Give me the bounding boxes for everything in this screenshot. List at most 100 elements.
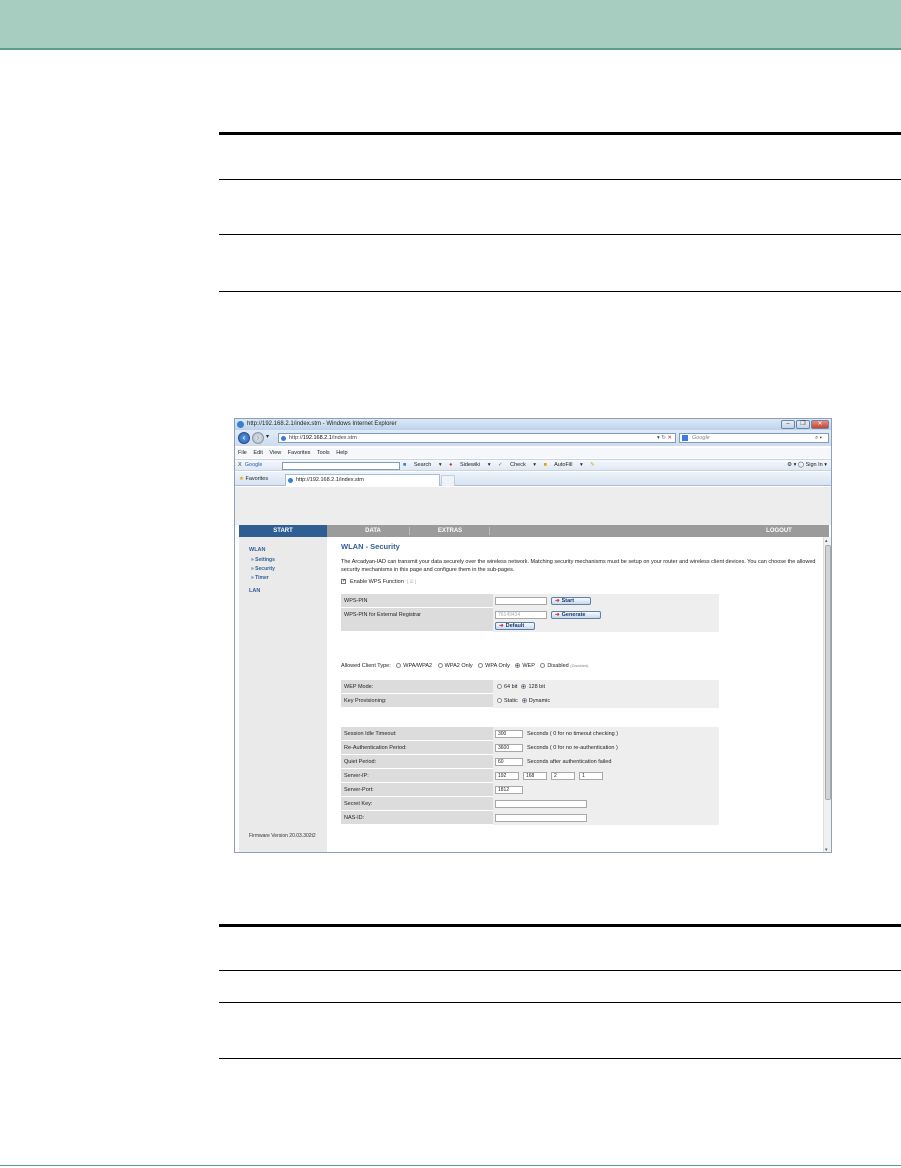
new-tab-button[interactable] [441,475,455,486]
nas-id-input[interactable] [495,814,587,822]
radio-128bit-label: 128 bit [528,684,545,690]
radio-label: Disabled [547,663,569,669]
server-ip-octet-1[interactable]: 192 [495,772,519,780]
toolbar-autofill[interactable]: ■ AutoFill ▾ [544,462,583,468]
radio-dynamic[interactable] [521,698,527,704]
menu-file[interactable]: File [238,450,247,456]
radio-wpa2-only[interactable] [437,663,443,669]
quiet-period-row: Quiet Period: 60 Seconds after authentic… [341,755,719,769]
document-page: http://192.168.2.1/index.stm - Windows I… [0,0,901,1168]
wps-function-row: ✓ Enable WPS Function( ☑ ) [341,579,416,585]
star-icon: ★ [239,476,244,482]
session-timeout-row: Session Idle Timeout: 300 Seconds ( 0 fo… [341,727,719,741]
quiet-period-unit: Seconds after authentication failed [527,759,612,765]
start-button-label: Start [561,598,575,604]
google-toolbar-logo: X Google [238,460,262,471]
restore-button[interactable]: ❐ [796,420,810,429]
table-row-rule [219,970,901,971]
chevron-down-icon[interactable]: ▾ [266,433,269,440]
quiet-period-input[interactable]: 60 [495,758,523,766]
scrollbar-thumb[interactable] [825,545,831,800]
search-icon[interactable]: ⌕ ▾ [815,434,822,442]
toolbar-sign-in[interactable]: ⚙ ▾ ◯ Sign In ▾ [787,460,827,471]
menu-favorites[interactable]: Favorites [288,450,311,456]
search-input[interactable]: Google ⌕ ▾ [679,433,829,443]
favorites-button[interactable]: ★ Favorites [239,472,268,486]
menu-edit[interactable]: Edit [253,450,262,456]
close-button[interactable]: ✕ [811,420,829,429]
menu-tools[interactable]: Tools [317,450,330,456]
default-button[interactable]: ➔ Default [495,622,535,630]
scroll-up-icon[interactable]: ▴ [825,538,828,544]
radio-label: WPA/WPA2 [403,663,433,669]
radio-128bit[interactable] [521,684,527,690]
wep-mode-row: WEP Mode: 64 bit 128 bit [341,680,719,694]
forward-icon[interactable]: › [252,432,264,444]
browser-tab[interactable]: http://192.168.2.1/index.stm [285,474,440,486]
client-type-row: Allowed Client Type: WPA/WPA2 WPA2 Only … [341,663,589,669]
nav-data[interactable]: DATA [337,525,409,537]
wps-function-checkbox[interactable]: ✓ [341,579,346,585]
dropdown-icon[interactable]: ▾ [657,435,660,441]
browser-screenshot: http://192.168.2.1/index.stm - Windows I… [234,418,832,853]
server-ip-octet-4[interactable]: 1 [579,772,603,780]
toolbar-sidewiki[interactable]: ● Sidewiki ▾ [449,462,490,468]
server-ip-octet-3[interactable]: 2 [551,772,575,780]
scroll-down-icon[interactable]: ▾ [825,847,828,852]
radio-64bit[interactable] [497,684,502,690]
menu-help[interactable]: Help [336,450,347,456]
toolbar-check[interactable]: ✓ Check ▾ [498,462,536,468]
radio-label: WPA2 Only [444,663,473,669]
url-input[interactable]: http://192.168.2.1/index.stm ▾ ↻ ✕ [278,433,676,443]
google-search-input[interactable] [282,462,400,470]
nav-start[interactable]: START [239,525,327,537]
session-timeout-label: Session Idle Timeout: [344,731,397,737]
wps-pin-input[interactable] [495,597,547,605]
toolbar-search[interactable]: ■ Search ▾ [403,462,442,468]
refresh-icon[interactable]: ↻ [661,435,666,441]
server-ip-octet-2[interactable]: 168 [523,772,547,780]
page-title: WLAN - Security [341,542,400,551]
stop-icon[interactable]: ✕ [667,435,672,441]
nav-separator [489,527,490,535]
wps-hint-icon: ( ☑ ) [406,579,417,584]
wrench-icon[interactable]: ⚙ [787,462,792,468]
server-port-input[interactable]: 1812 [495,786,523,794]
radio-wpa-wpa2[interactable] [396,663,402,669]
vertical-scrollbar[interactable]: ▴ ▾ [823,537,831,852]
back-icon[interactable]: ‹ [238,432,250,444]
sidebar-item-wlan[interactable]: WLAN [249,547,266,553]
radio-static-label: Static [504,698,518,704]
sidebar-item-settings[interactable]: » Settings [251,557,275,563]
secret-key-input[interactable] [495,800,587,808]
minimize-button[interactable]: – [781,420,795,429]
nav-logout[interactable]: LOGOUT [749,525,809,537]
nav-extras[interactable]: EXTRAS [411,525,489,537]
start-button[interactable]: ➔ Start [551,597,591,605]
toolbar-autofill-label: AutoFill [554,462,573,468]
generate-button[interactable]: ➔ Generate [551,611,601,619]
google-toolbar: X Google ■ Search ▾ ● Sidewiki ▾ ✓ Check… [235,459,831,471]
radio-disabled[interactable] [540,663,546,669]
router-page: START DATA EXTRAS LOGOUT WLAN » Settings… [235,487,831,852]
sidebar-item-security[interactable]: » Security [251,566,275,572]
radius-table: Session Idle Timeout: 300 Seconds ( 0 fo… [341,727,719,825]
radio-static[interactable] [497,698,502,704]
reauth-row: Re-Authentication Period: 3600 Seconds (… [341,741,719,755]
wps-ext-input[interactable]: 76149434 [495,611,547,619]
favorites-bar: ★ Favorites http://192.168.2.1/index.stm [235,472,831,486]
radio-wep[interactable] [515,663,521,669]
sidebar-item-timer[interactable]: » Timer [251,575,269,581]
menu-view[interactable]: View [269,450,281,456]
radio-wpa-only[interactable] [478,663,484,669]
reauth-input[interactable]: 3600 [495,744,523,752]
pencil-icon[interactable]: ✎ [590,462,595,468]
toolbar-close[interactable]: X [238,462,242,468]
google-icon [682,435,688,441]
radio-label: WEP [522,663,535,669]
url-prefix: http:// [289,435,303,441]
sidebar-item-lan[interactable]: LAN [249,588,260,594]
session-timeout-input[interactable]: 300 [495,730,523,738]
autofill-icon: ■ [543,462,547,468]
sign-in-label: Sign In [805,462,823,468]
